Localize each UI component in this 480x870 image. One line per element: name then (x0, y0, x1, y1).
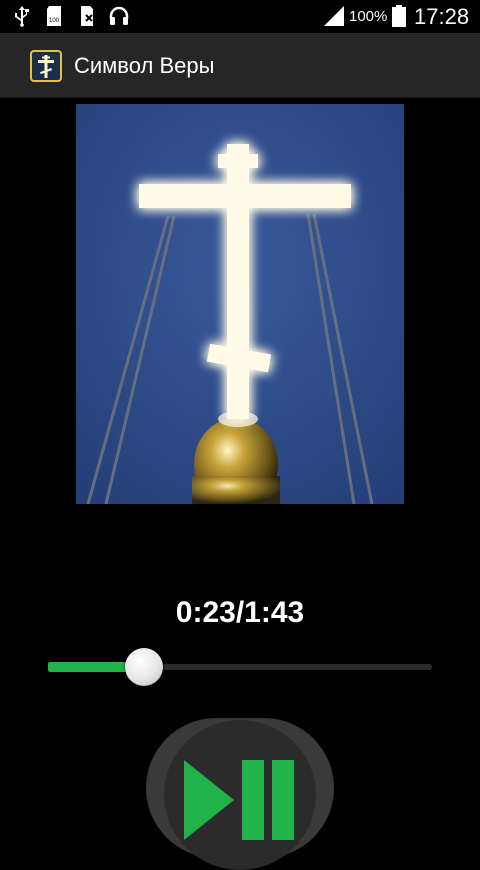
battery-icon (392, 5, 406, 27)
orthodox-cross-icon[interactable] (30, 50, 62, 82)
clock: 17:28 (414, 4, 470, 29)
play-pause-icon (184, 760, 294, 840)
headphones-icon (109, 6, 129, 25)
app-title: Символ Веры (74, 53, 215, 78)
seek-progress (48, 662, 134, 672)
play-pause-button[interactable] (146, 718, 334, 870)
sd-card-badge: 100 (49, 18, 60, 24)
usb-icon (15, 6, 29, 27)
time-display: 0:23/1:43 (175, 596, 305, 629)
seek-thumb[interactable] (125, 648, 163, 686)
signal-icon (324, 6, 344, 26)
illuminated-orthodox-cross-artwork (76, 104, 404, 504)
action-bar: Символ Веры (0, 33, 480, 98)
battery-percent: 100% (349, 8, 388, 25)
no-sim-icon (81, 6, 93, 26)
sd-card-icon: 100 (47, 6, 61, 26)
status-bar: 100 100% 17:28 (0, 0, 480, 33)
seek-bar[interactable] (48, 648, 432, 686)
